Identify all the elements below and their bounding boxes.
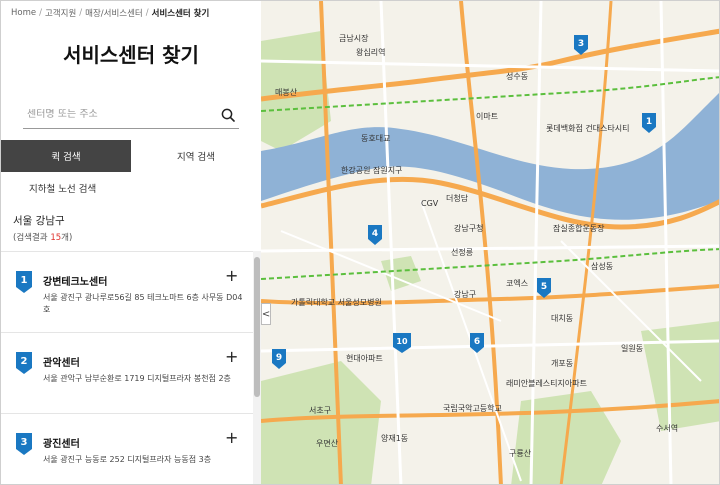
breadcrumb-level1[interactable]: 고객지원 <box>45 7 76 19</box>
search-box <box>23 101 239 129</box>
map-label: 양재1동 <box>381 434 408 443</box>
map-label: CGV <box>421 199 439 208</box>
search-input[interactable] <box>23 109 217 120</box>
center-name: 강변테크노센터 <box>43 277 108 288</box>
map-label: 개포동 <box>551 358 573 368</box>
marker-number: 4 <box>372 229 378 239</box>
marker-number: 3 <box>578 39 584 49</box>
search-icon[interactable] <box>217 104 239 126</box>
map-label: 현대아파트 <box>346 353 383 363</box>
breadcrumb-separator: / <box>79 8 83 18</box>
page-title: 서비스센터 찾기 <box>63 43 199 67</box>
result-count-suffix: 개) <box>61 233 73 243</box>
breadcrumb-level2[interactable]: 매장/서비스센터 <box>85 7 143 19</box>
expand-icon[interactable]: + <box>225 266 238 285</box>
map-canvas[interactable]: 금남시장 매봉산 왕십리역 성수동 이마트 롯데백화점 건대스타시티 동호대교 … <box>261 1 720 485</box>
breadcrumb-separator: / <box>145 8 149 18</box>
search-tabs: 퀵 검색 지역 검색 <box>1 140 261 172</box>
map-label: 가톨릭대학교 서울성모병원 <box>291 297 382 307</box>
map-label: 코엑스 <box>506 278 528 288</box>
map-pin-icon: 3 <box>16 433 32 455</box>
tab-region-search[interactable]: 지역 검색 <box>131 140 261 172</box>
pin-number: 2 <box>21 356 28 367</box>
map-label: 더청담 <box>446 193 469 203</box>
result-count-prefix: (검색결과 <box>13 233 51 243</box>
map-label: 강남구청 <box>454 223 483 233</box>
tab-subway-search[interactable]: 지하철 노선 검색 <box>29 181 96 195</box>
center-address: 서울 관악구 남부순환로 1719 디지털프라자 봉천점 2층 <box>43 374 231 383</box>
map-label: 국립국악고등학교 <box>443 403 502 413</box>
map-pin-icon: 1 <box>16 271 32 293</box>
breadcrumb-current: 서비스센터 찾기 <box>151 9 210 19</box>
map-label: 우면산 <box>316 438 339 448</box>
map-label: 서초구 <box>309 406 331 415</box>
pin-number: 3 <box>21 437 28 448</box>
expand-icon[interactable]: + <box>225 428 238 447</box>
search-panel: 서비스센터 찾기 퀵 검색 지역 검색 지하철 노선 검색 서울 강남구 (검색… <box>1 25 261 484</box>
map-label: 래미안블레스티지아파트 <box>506 378 587 388</box>
map-label: 왕십리역 <box>356 47 385 57</box>
result-count-number: 15 <box>50 233 62 243</box>
result-count: (검색결과 15개) <box>13 231 72 243</box>
map-label: 동호대교 <box>361 134 390 143</box>
breadcrumb: Home / 고객지원 / 매장/서비스센터 / 서비스센터 찾기 <box>1 1 261 25</box>
marker-number: 5 <box>541 282 547 292</box>
breadcrumb-separator: / <box>39 8 42 18</box>
center-list-item[interactable]: 3 광진센터 서울 광진구 능동로 252 디지털프라자 능동점 3층 + <box>1 414 253 484</box>
map[interactable]: 금남시장 매봉산 왕십리역 성수동 이마트 롯데백화점 건대스타시티 동호대교 … <box>261 1 720 485</box>
marker-number: 6 <box>474 337 480 347</box>
map-label: 삼성동 <box>591 261 613 271</box>
marker-number: 10 <box>396 337 408 346</box>
page: Home / 고객지원 / 매장/서비스센터 / 서비스센터 찾기 서비스센터 … <box>0 0 720 485</box>
map-label: 강남구 <box>454 289 476 299</box>
map-label: 대치동 <box>551 314 573 323</box>
center-list-item[interactable]: 1 강변테크노센터 서울 광진구 광나루로56길 85 테크노마트 6층 사무동… <box>1 252 253 333</box>
marker-number: 1 <box>646 117 652 127</box>
scrollbar-thumb[interactable] <box>254 257 260 397</box>
map-label: 구룡산 <box>509 448 532 458</box>
marker-number: 9 <box>276 353 282 363</box>
center-address: 서울 광진구 광나루로56길 85 테크노마트 6층 사무동 D04호 <box>43 293 243 314</box>
center-list-item[interactable]: 2 관악센터 서울 관악구 남부순환로 1719 디지털프라자 봉천점 2층 + <box>1 333 253 414</box>
center-name: 관악센터 <box>43 358 80 369</box>
map-label: 이마트 <box>476 111 498 121</box>
panel-collapse-button[interactable]: < <box>261 303 271 325</box>
breadcrumb-home[interactable]: Home <box>11 8 36 18</box>
tab-quick-search[interactable]: 퀵 검색 <box>1 140 131 172</box>
map-label: 매봉산 <box>275 87 298 97</box>
center-list: 1 강변테크노센터 서울 광진구 광나루로56길 85 테크노마트 6층 사무동… <box>1 251 253 484</box>
map-label: 한강공원 잠원지구 <box>341 165 402 175</box>
map-label: 성수동 <box>506 72 528 81</box>
map-label: 선정릉 <box>451 247 473 257</box>
map-label: 수서역 <box>656 423 678 433</box>
expand-icon[interactable]: + <box>225 347 238 366</box>
list-scrollbar[interactable] <box>253 251 261 484</box>
map-label: 일원동 <box>621 344 643 353</box>
map-label: 금남시장 <box>339 33 369 43</box>
region-label: 서울 강남구 <box>13 215 65 227</box>
map-label: 잠실종합운동장 <box>553 223 605 233</box>
map-pin-icon: 2 <box>16 352 32 374</box>
center-address: 서울 광진구 능동로 252 디지털프라자 능동점 3층 <box>43 455 212 464</box>
center-name: 광진센터 <box>43 439 80 450</box>
pin-number: 1 <box>21 275 28 286</box>
map-label: 롯데백화점 건대스타시티 <box>546 123 630 133</box>
